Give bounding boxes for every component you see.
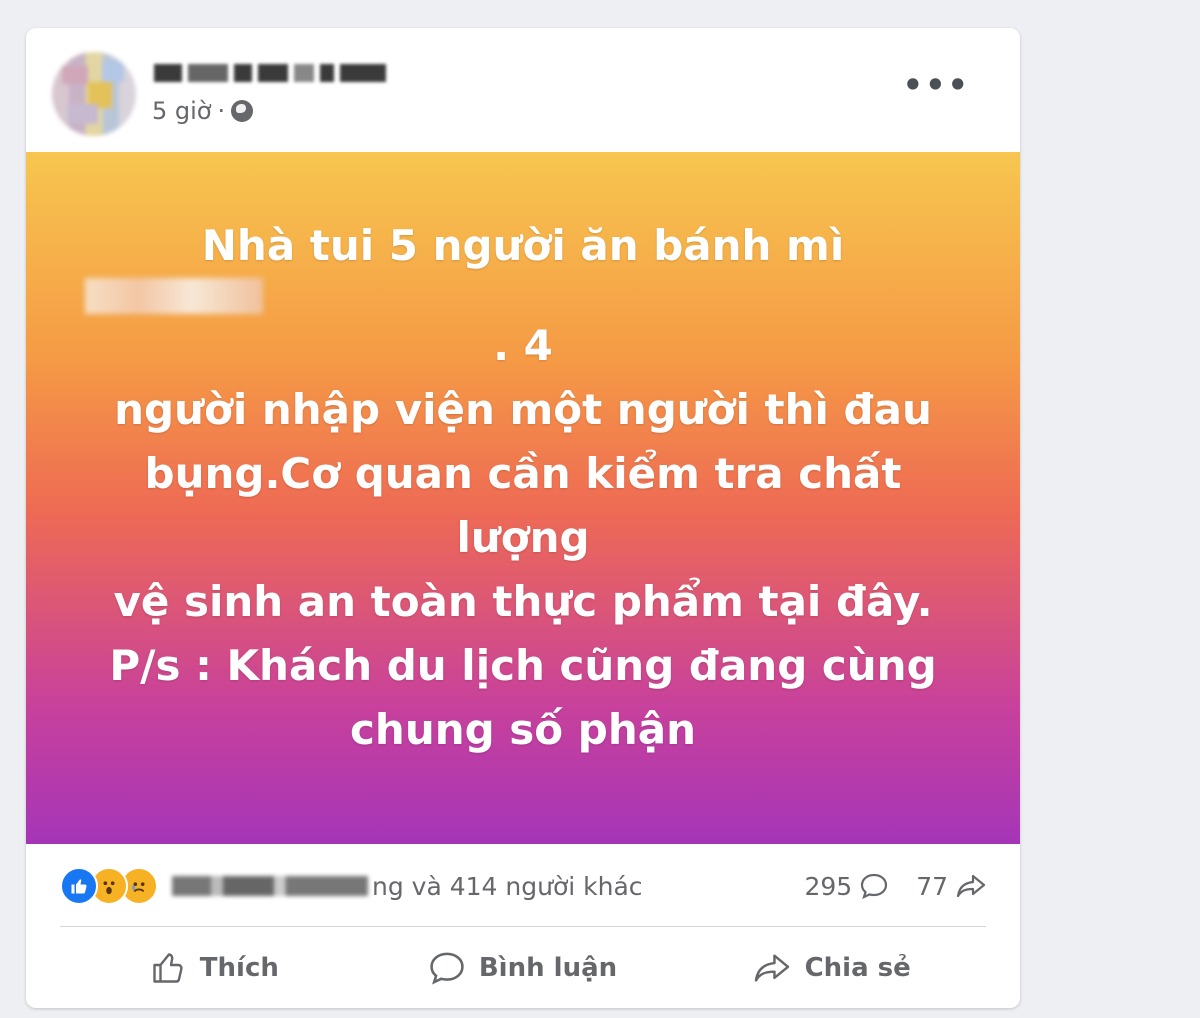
post-meta: 5 giờ · xyxy=(152,96,254,126)
comment-button[interactable]: Bình luận xyxy=(369,938,678,998)
share-arrow-icon xyxy=(956,873,986,899)
share-icon xyxy=(753,952,791,984)
post-line-3: bụng.Cơ quan cần kiểm tra chất lượng xyxy=(144,449,902,562)
post-line-5: P/s : Khách du lịch cũng đang cùng xyxy=(109,641,937,690)
comment-icon xyxy=(429,951,465,985)
avatar[interactable] xyxy=(52,52,136,136)
share-button[interactable]: Chia sẻ xyxy=(677,938,986,998)
like-label: Thích xyxy=(199,953,279,983)
shares-count-value: 77 xyxy=(916,871,948,901)
engagement-counts: 295 77 xyxy=(804,868,986,904)
post-time[interactable]: 5 giờ xyxy=(152,97,211,125)
like-button[interactable]: Thích xyxy=(60,938,369,998)
like-icon xyxy=(60,867,98,905)
action-bar: Thích Bình luận Chia sẻ xyxy=(60,934,986,1002)
post-card: 5 giờ · ••• Nhà tui 5 người ăn bánh mì .… xyxy=(26,28,1020,1008)
post-line-6: chung số phận xyxy=(350,705,696,754)
meta-separator: · xyxy=(217,97,226,125)
post-line-1: Nhà tui 5 người ăn bánh mì . 4 xyxy=(83,214,963,378)
divider xyxy=(60,926,986,927)
post-line-2: người nhập viện một người thì đau xyxy=(114,385,932,434)
comments-count[interactable]: 295 xyxy=(804,872,888,901)
author-name-blurred[interactable] xyxy=(154,60,392,86)
shares-count[interactable]: 77 xyxy=(916,872,986,901)
reaction-summary-text: ng và 414 người khác xyxy=(372,871,643,901)
share-label: Chia sẻ xyxy=(804,953,911,983)
reactor-names-blurred xyxy=(172,876,368,896)
comment-label: Bình luận xyxy=(478,953,618,983)
more-options-icon[interactable]: ••• xyxy=(903,69,970,101)
comment-bubble-icon xyxy=(860,873,888,899)
blurred-shop-name xyxy=(85,278,263,314)
post-line-4: vệ sinh an toàn thực phẩm tại đây. xyxy=(113,577,933,626)
reaction-summary[interactable]: ng và 414 người khác xyxy=(60,867,643,905)
post-background: Nhà tui 5 người ăn bánh mì . 4 người nhậ… xyxy=(26,152,1020,844)
globe-icon[interactable] xyxy=(231,100,254,122)
post-text: Nhà tui 5 người ăn bánh mì . 4 người nhậ… xyxy=(83,214,963,762)
thumbs-up-icon xyxy=(150,950,186,986)
comments-count-value: 295 xyxy=(804,871,853,901)
